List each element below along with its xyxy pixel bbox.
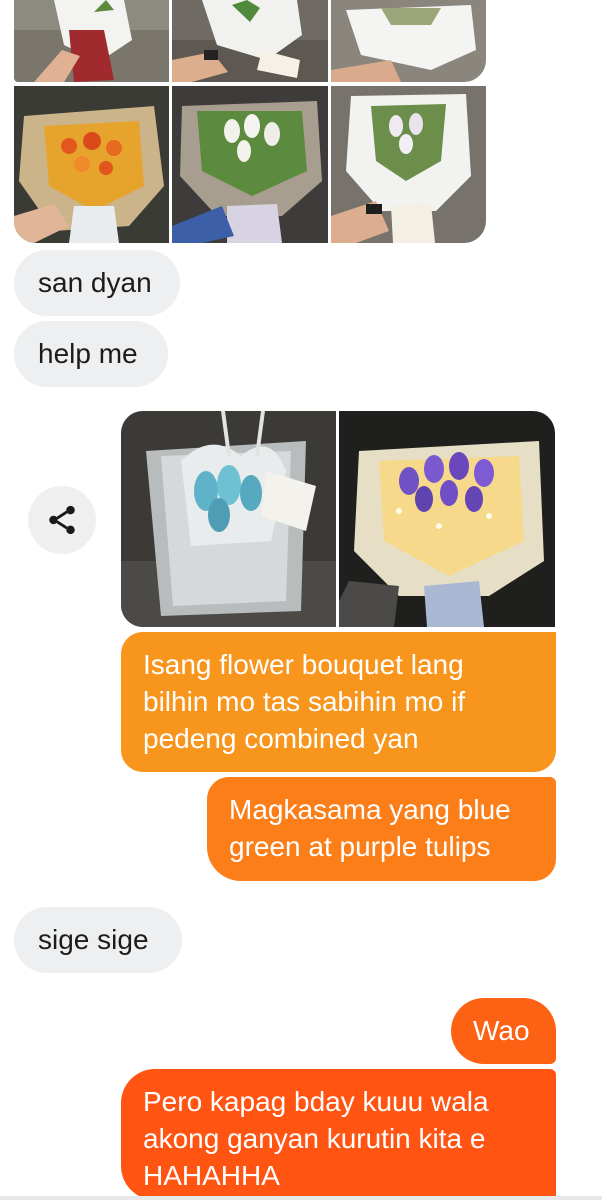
sent-photo[interactable] xyxy=(121,411,336,627)
share-button[interactable] xyxy=(28,486,96,554)
outgoing-message: Magkasama yang blue green at purple tuli… xyxy=(207,777,556,881)
incoming-message: san dyan xyxy=(14,250,180,316)
received-photo[interactable] xyxy=(172,0,328,82)
chat-thread: san dyan help me Isang flower bouquet la… xyxy=(0,0,602,1200)
outgoing-message: Pero kapag bday kuuu wala akong ganyan k… xyxy=(121,1069,556,1200)
received-photo[interactable] xyxy=(331,86,486,243)
incoming-message: sige sige xyxy=(14,907,182,973)
bottom-divider xyxy=(0,1196,602,1200)
received-photo[interactable] xyxy=(14,86,169,243)
incoming-message: help me xyxy=(14,321,168,387)
received-photo[interactable] xyxy=(14,0,169,82)
received-photo[interactable] xyxy=(172,86,328,243)
outgoing-message: Wao xyxy=(451,998,556,1064)
received-photo[interactable] xyxy=(331,0,486,82)
sent-photo[interactable] xyxy=(339,411,555,627)
outgoing-message: Isang flower bouquet lang bilhin mo tas … xyxy=(121,632,556,772)
share-icon xyxy=(49,505,75,535)
